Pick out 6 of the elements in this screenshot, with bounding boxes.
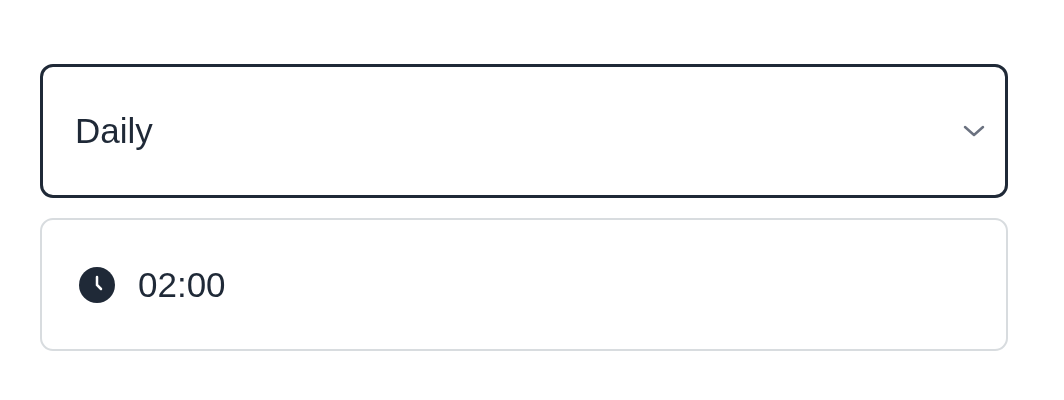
time-field[interactable]: 02:00: [40, 218, 1008, 351]
clock-icon: [78, 265, 116, 304]
select-value: Daily: [75, 111, 153, 151]
time-value: 02:00: [138, 264, 226, 305]
frequency-select[interactable]: Daily: [40, 64, 1008, 198]
chevron-down-icon: [963, 125, 985, 137]
